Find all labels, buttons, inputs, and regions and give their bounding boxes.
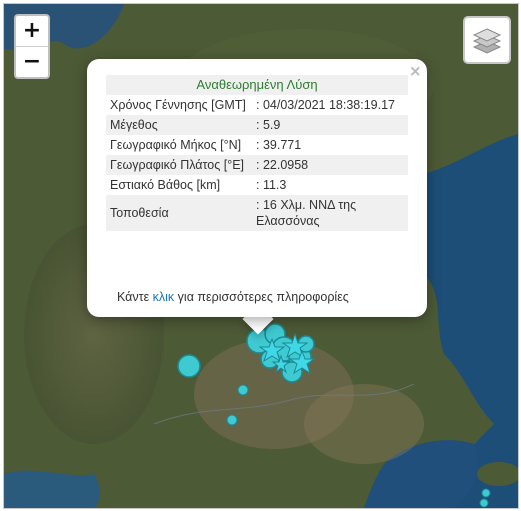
row-value: : 5.9 <box>252 115 408 135</box>
quake-marker[interactable] <box>237 384 249 396</box>
earthquake-info-table: Αναθεωρημένη Λύση Χρόνος Γέννησης [GMT] … <box>106 75 408 231</box>
footer-prefix: Κάντε <box>117 290 153 304</box>
row-value: : 22.0958 <box>252 155 408 175</box>
popup-header: Αναθεωρημένη Λύση <box>106 75 408 95</box>
layers-icon <box>472 28 502 54</box>
row-label: Τοποθεσία <box>106 195 252 231</box>
quake-marker[interactable] <box>479 498 489 508</box>
row-label: Μέγεθος <box>106 115 252 135</box>
table-row: Γεωγραφικό Πλάτος [°E] : 22.0958 <box>106 155 408 175</box>
zoom-in-button[interactable]: + <box>16 16 48 46</box>
quake-marker[interactable] <box>226 414 238 426</box>
plain-south <box>304 384 424 464</box>
quake-marker[interactable] <box>481 488 491 498</box>
row-label: Γεωγραφικό Μήκος [°N] <box>110 138 242 152</box>
row-value: : 39.771 <box>256 138 302 152</box>
row-value: : 04/03/2021 18:38:19.17 <box>256 98 396 112</box>
table-row: Γεωγραφικό Μήκος [°N] : 39.771 <box>106 135 408 155</box>
more-info-link[interactable]: κλικ <box>153 290 175 304</box>
row-value: : 11.3 <box>256 178 287 192</box>
table-row: Μέγεθος : 5.9 <box>106 115 408 135</box>
table-row: Εστιακό Βάθος [km] : 11.3 <box>106 175 408 195</box>
zoom-control: + − <box>14 14 50 79</box>
header-row: Αναθεωρημένη Λύση <box>106 75 408 95</box>
footer-suffix: για περισσότερες πληροφορίες <box>174 290 349 304</box>
table-row: Τοποθεσία : 16 Χλμ. ΝΝΔ της Ελασσόνας <box>106 195 408 231</box>
table-row: Χρόνος Γέννησης [GMT] : 04/03/2021 18:38… <box>106 95 408 115</box>
row-label: Γεωγραφικό Πλάτος [°E] <box>106 155 252 175</box>
sea-southwest <box>4 470 100 508</box>
row-label: Εστιακό Βάθος [km] <box>110 178 221 192</box>
quake-marker[interactable] <box>177 354 201 378</box>
row-value: : 16 Χλμ. ΝΝΔ της Ελασσόνας <box>252 195 408 231</box>
layers-control-button[interactable] <box>463 16 511 64</box>
zoom-out-button[interactable]: − <box>16 46 48 77</box>
row-label: Χρόνος Γέννησης [GMT] <box>110 98 246 112</box>
popup-footer: Κάντε κλικ για περισσότερες πληροφορίες <box>117 290 349 304</box>
popup-close-button[interactable]: × <box>409 62 422 80</box>
